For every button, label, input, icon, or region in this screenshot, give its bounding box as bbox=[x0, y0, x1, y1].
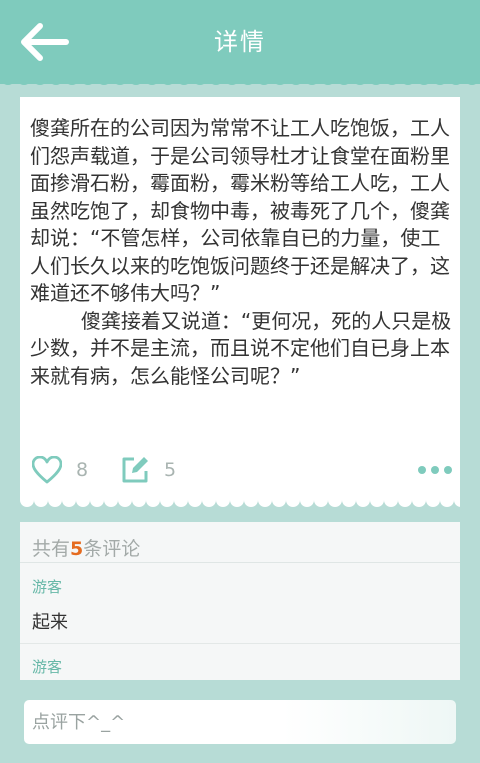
more-dots-icon bbox=[418, 466, 426, 474]
post-scallop-edge bbox=[20, 497, 460, 507]
edit-icon bbox=[122, 457, 148, 483]
like-count: 8 bbox=[76, 459, 89, 481]
comment-user[interactable]: 游客 bbox=[32, 576, 62, 597]
post-actions: 8 5 bbox=[32, 452, 452, 488]
like-button[interactable]: 8 bbox=[32, 452, 88, 488]
comment-user[interactable]: 游客 bbox=[32, 656, 62, 677]
page-title: 详情 bbox=[214, 28, 266, 56]
heart-icon bbox=[32, 456, 62, 484]
header-scallop-edge bbox=[0, 72, 480, 86]
comments-header: 共有5条评论 bbox=[32, 538, 141, 560]
comment-bar bbox=[0, 680, 480, 763]
more-button[interactable] bbox=[418, 460, 452, 480]
comments-section: 共有5条评论 游客 起来 游客 bbox=[20, 522, 460, 682]
divider bbox=[20, 562, 460, 563]
comment-text: 起来 bbox=[32, 612, 68, 633]
comment-input[interactable] bbox=[24, 700, 456, 744]
comment-button[interactable]: 5 bbox=[120, 452, 176, 488]
post-card: 傻龚所在的公司因为常常不让工人吃饱饭，工人们怨声载道，于是公司领导杜才让食堂在面… bbox=[20, 97, 460, 499]
comment-count: 5 bbox=[164, 459, 177, 481]
post-content: 傻龚所在的公司因为常常不让工人吃饱饭，工人们怨声载道，于是公司领导杜才让食堂在面… bbox=[30, 116, 452, 388]
comment-divider bbox=[20, 643, 460, 644]
comment-total: 5 bbox=[70, 538, 84, 560]
